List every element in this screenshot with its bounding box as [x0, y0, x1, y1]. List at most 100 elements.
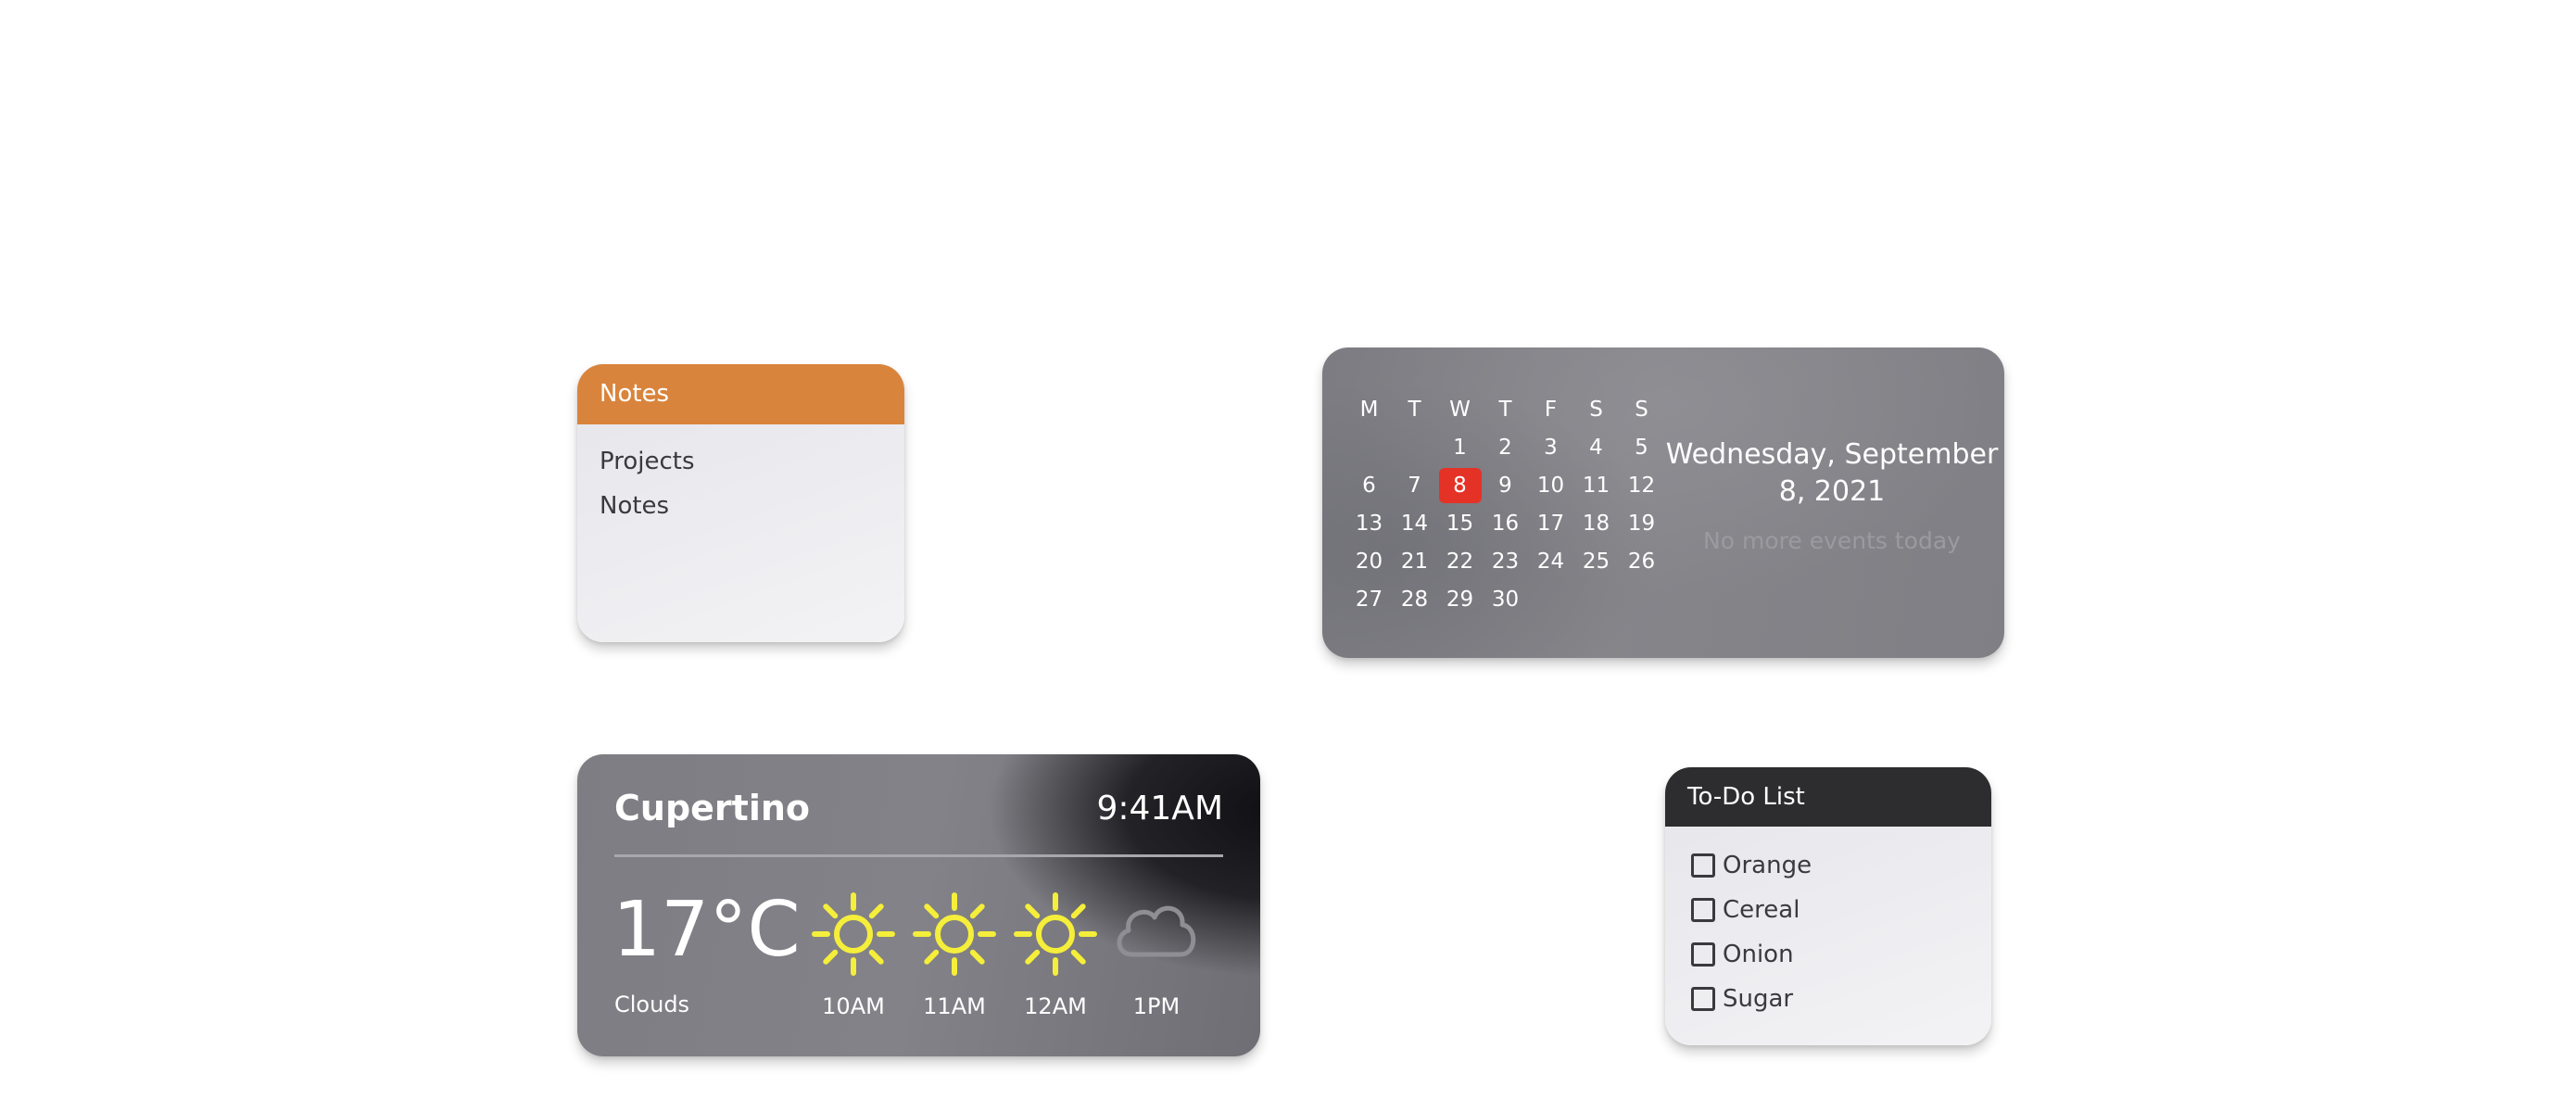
calendar-day-number: 26 [1627, 549, 1656, 574]
forecast-hour: 1PM [1105, 886, 1207, 1019]
calendar-events-status: No more events today [1703, 527, 1961, 554]
calendar-day[interactable]: 19 [1619, 504, 1664, 542]
calendar-day[interactable]: 6 [1346, 466, 1392, 504]
todo-item[interactable]: Orange [1691, 843, 1991, 888]
weekday-label: F [1544, 397, 1558, 422]
calendar-day[interactable]: 2 [1483, 428, 1528, 466]
calendar-day[interactable]: 24 [1528, 542, 1573, 580]
calendar-empty-cell [1619, 580, 1664, 618]
calendar-day-number: 21 [1400, 549, 1429, 574]
notes-widget-title: Notes [577, 364, 904, 424]
calendar-day[interactable]: 25 [1573, 542, 1619, 580]
todo-item-label: Orange [1723, 852, 1812, 879]
todo-item[interactable]: Sugar [1691, 977, 1991, 1021]
calendar-day[interactable]: 22 [1437, 542, 1483, 580]
calendar-day-number: 18 [1582, 511, 1610, 536]
calendar-week-row: 13 14 15 16 17 18 19 [1346, 504, 1710, 542]
todo-item[interactable]: Cereal [1691, 888, 1991, 932]
calendar-day-summary: Wednesday, September 8, 2021 No more eve… [1661, 436, 2003, 554]
calendar-day[interactable]: 7 [1392, 466, 1437, 504]
todo-item-label: Cereal [1723, 896, 1800, 924]
calendar-day-number: 8 [1438, 467, 1482, 503]
forecast-time: 11AM [923, 993, 986, 1019]
todo-item-label: Sugar [1723, 985, 1794, 1013]
forecast-time: 10AM [822, 993, 885, 1019]
calendar-day-number: 4 [1589, 435, 1603, 460]
forecast-hour: 11AM [903, 886, 1005, 1019]
calendar-day[interactable]: 27 [1346, 580, 1392, 618]
sun-icon [802, 886, 904, 982]
calendar-day[interactable]: 3 [1528, 428, 1573, 466]
weather-divider [614, 854, 1223, 857]
todo-list: Orange Cereal Onion Sugar [1665, 827, 1991, 1021]
calendar-day-number: 6 [1362, 473, 1376, 498]
calendar-day[interactable]: 12 [1619, 466, 1664, 504]
weekday-label: M [1359, 397, 1379, 422]
calendar-day[interactable]: 15 [1437, 504, 1483, 542]
forecast-time: 1PM [1132, 993, 1181, 1019]
calendar-day-number [1394, 430, 1436, 465]
weather-header: Cupertino 9:41AM [614, 788, 1223, 828]
todo-checkbox[interactable] [1691, 853, 1715, 878]
notes-folder-item[interactable]: Projects [600, 439, 882, 484]
calendar-day[interactable]: 14 [1392, 504, 1437, 542]
calendar-day-number: 14 [1400, 511, 1429, 536]
weather-condition: Clouds [614, 992, 690, 1017]
calendar-day[interactable]: 30 [1483, 580, 1528, 618]
calendar-day-number: 28 [1400, 587, 1429, 612]
calendar-day[interactable]: 16 [1483, 504, 1528, 542]
notes-folder-item[interactable]: Notes [600, 484, 882, 528]
desktop-canvas: Notes Projects Notes M T W T F S S 12345… [0, 0, 2576, 1112]
calendar-weekday-header: M T W T F S S [1346, 390, 1710, 428]
notes-widget[interactable]: Notes Projects Notes [577, 364, 904, 642]
calendar-day[interactable]: 13 [1346, 504, 1392, 542]
calendar-day-number: 25 [1582, 549, 1610, 574]
todo-widget-title: To-Do List [1665, 767, 1991, 827]
calendar-widget[interactable]: M T W T F S S 1 2 3 4 5 6 7 8 9 10 11 12 13 14 15 16 17 1… [1322, 348, 2004, 658]
calendar-day-number [1621, 582, 1663, 617]
todo-checkbox[interactable] [1691, 987, 1715, 1011]
calendar-day[interactable]: 11 [1573, 466, 1619, 504]
calendar-week-row: 20 21 22 23 24 25 26 [1346, 542, 1710, 580]
calendar-day[interactable]: 20 [1346, 542, 1392, 580]
calendar-day[interactable]: 29 [1437, 580, 1483, 618]
calendar-day[interactable]: 21 [1392, 542, 1437, 580]
forecast-time: 12AM [1024, 993, 1087, 1019]
calendar-day-today[interactable]: 8 [1437, 466, 1483, 504]
calendar-current-date: Wednesday, September 8, 2021 [1665, 438, 1999, 508]
calendar-day[interactable]: 18 [1573, 504, 1619, 542]
forecast-hour: 12AM [1004, 886, 1106, 1019]
calendar-week-row: 27 28 29 30 [1346, 580, 1710, 618]
todo-widget[interactable]: To-Do List Orange Cereal Onion Sugar [1665, 767, 1991, 1045]
todo-checkbox[interactable] [1691, 942, 1715, 967]
notes-folder-list: Projects Notes [577, 424, 904, 528]
calendar-day-number: 13 [1355, 511, 1383, 536]
calendar-day-number [1348, 430, 1391, 465]
calendar-day-number: 10 [1536, 473, 1565, 498]
calendar-day-number: 19 [1627, 511, 1656, 536]
calendar-day-number: 17 [1536, 511, 1565, 536]
todo-checkbox[interactable] [1691, 898, 1715, 922]
todo-item[interactable]: Onion [1691, 932, 1991, 977]
calendar-day[interactable]: 4 [1573, 428, 1619, 466]
calendar-day[interactable]: 26 [1619, 542, 1664, 580]
weekday-label: T [1498, 397, 1512, 422]
calendar-day-number: 29 [1446, 587, 1474, 612]
calendar-day-number: 15 [1446, 511, 1474, 536]
calendar-day-number: 20 [1355, 549, 1383, 574]
calendar-day-number: 16 [1491, 511, 1520, 536]
calendar-day[interactable]: 23 [1483, 542, 1528, 580]
calendar-day[interactable]: 9 [1483, 466, 1528, 504]
calendar-day[interactable]: 17 [1528, 504, 1573, 542]
calendar-day-number: 5 [1635, 435, 1648, 460]
weather-temperature: 17°C [612, 886, 801, 974]
calendar-day[interactable]: 10 [1528, 466, 1573, 504]
calendar-empty-cell [1392, 428, 1437, 466]
calendar-day-number: 12 [1627, 473, 1656, 498]
calendar-day-number: 27 [1355, 587, 1383, 612]
weather-widget[interactable]: Cupertino 9:41AM 17°C Clouds 10AM 11AM 1… [577, 754, 1260, 1056]
calendar-day[interactable]: 28 [1392, 580, 1437, 618]
calendar-day[interactable]: 5 [1619, 428, 1664, 466]
calendar-day-number: 23 [1491, 549, 1520, 574]
calendar-day[interactable]: 1 [1437, 428, 1483, 466]
